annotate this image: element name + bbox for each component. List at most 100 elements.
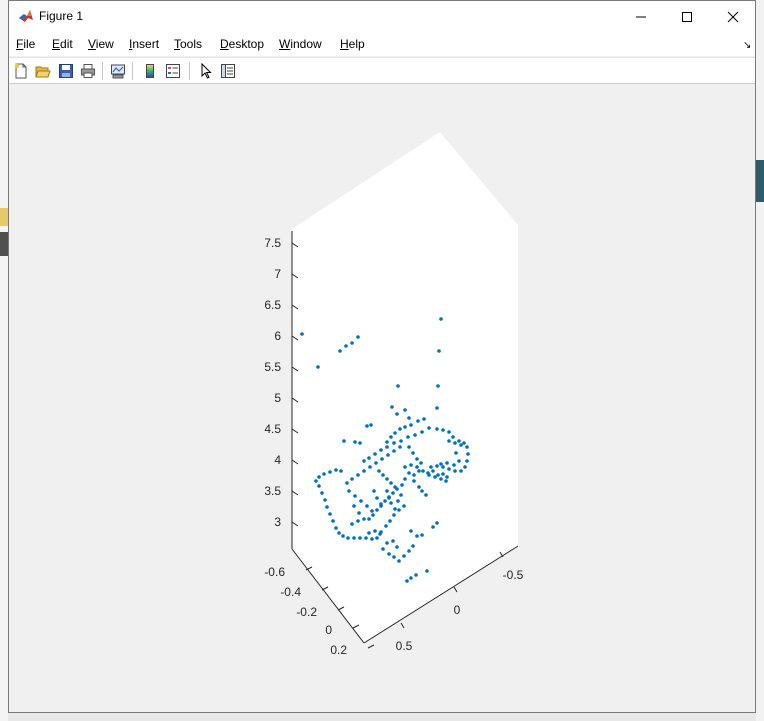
background-app-folder-strip — [0, 208, 8, 226]
data-point — [393, 507, 397, 511]
data-point — [465, 445, 469, 449]
background-app-edge-left — [0, 0, 8, 721]
data-point — [444, 479, 448, 483]
data-point — [385, 445, 389, 449]
toolbar-separator — [102, 62, 103, 80]
link-plot-button[interactable] — [108, 61, 128, 81]
data-point — [386, 453, 390, 457]
data-point — [462, 441, 466, 445]
data-point — [413, 433, 417, 437]
menu-desktop[interactable]: Desktop — [220, 37, 264, 51]
data-point — [379, 448, 383, 452]
minimize-icon — [636, 16, 646, 17]
data-point — [387, 552, 391, 556]
data-point — [325, 505, 329, 509]
data-point — [457, 439, 461, 443]
data-point — [415, 534, 419, 538]
save-icon — [59, 64, 73, 78]
data-point — [352, 504, 356, 508]
menu-help[interactable]: Help — [340, 37, 365, 51]
legend-button[interactable] — [163, 61, 183, 81]
print-icon — [81, 64, 95, 78]
data-point — [331, 519, 335, 523]
data-point — [414, 573, 418, 577]
data-point — [369, 423, 373, 427]
data-point — [419, 461, 423, 465]
title-bar[interactable]: Figure 1 — [9, 1, 755, 32]
data-point — [356, 335, 360, 339]
menu-tools[interactable]: Tools — [174, 37, 202, 51]
data-point — [389, 501, 393, 505]
menu-view[interactable]: View — [88, 37, 114, 51]
data-point — [457, 459, 461, 463]
print-button[interactable] — [78, 61, 98, 81]
menu-edit[interactable]: Edit — [52, 37, 73, 51]
data-point — [393, 431, 397, 435]
data-point — [392, 441, 396, 445]
maximize-button[interactable] — [664, 1, 710, 32]
data-point — [431, 469, 435, 473]
data-point — [435, 521, 439, 525]
data-point — [397, 559, 401, 563]
data-point — [436, 384, 440, 388]
data-point — [384, 524, 388, 528]
data-point — [445, 461, 449, 465]
data-point — [316, 365, 320, 369]
legend-icon — [166, 64, 180, 78]
open-file-button[interactable] — [33, 61, 53, 81]
figure-toolbar — [9, 57, 755, 84]
minimize-button[interactable] — [618, 1, 664, 32]
data-point — [411, 544, 415, 548]
data-point — [409, 463, 413, 467]
property-inspector-button[interactable] — [218, 61, 238, 81]
z-tick-label: 3.5 — [264, 484, 281, 498]
menu-window[interactable]: Window — [279, 37, 322, 51]
data-point — [364, 536, 368, 540]
data-point — [373, 529, 377, 533]
data-point — [392, 555, 396, 559]
data-point — [347, 489, 351, 493]
y-tick-mark — [400, 622, 405, 629]
data-point — [367, 517, 371, 521]
data-point — [373, 452, 377, 456]
window-title: Figure 1 — [39, 9, 84, 23]
background-app-edge-right — [756, 0, 764, 721]
pointer-button[interactable] — [196, 61, 216, 81]
x-tick-label: -0.2 — [296, 605, 317, 619]
menu-file[interactable]: File — [16, 37, 35, 51]
data-point — [447, 439, 451, 443]
data-point — [417, 469, 421, 473]
colorbar-button[interactable] — [140, 61, 160, 81]
data-point — [417, 485, 421, 489]
menu-insert[interactable]: Insert — [129, 37, 159, 51]
y-tick-label: 0.5 — [396, 639, 413, 653]
data-point — [362, 517, 366, 521]
save-button[interactable] — [56, 61, 76, 81]
data-point — [387, 495, 391, 499]
data-point — [425, 569, 429, 573]
data-point — [402, 504, 406, 508]
data-point — [328, 470, 332, 474]
data-point — [357, 511, 361, 515]
data-point — [421, 469, 425, 473]
z-tick-label: 4.5 — [264, 422, 281, 436]
scatter3-plot[interactable]: 3 3.5 4 4.5 5 5.5 6 6.5 7 7.5 -0.6 -0.4 -0.2 0 0.2 -0.5… — [9, 84, 755, 712]
data-point — [403, 477, 407, 481]
data-point — [389, 481, 393, 485]
data-point — [403, 408, 407, 412]
dock-figure-icon[interactable]: ↘ — [743, 40, 751, 51]
data-point — [385, 489, 389, 493]
data-point — [435, 406, 439, 410]
data-point — [407, 549, 411, 553]
x-tick-label: -0.6 — [264, 565, 285, 579]
data-point — [358, 536, 362, 540]
figure-canvas[interactable]: 3 3.5 4 4.5 5 5.5 6 6.5 7 7.5 -0.6 -0.4 -0.2 0 0.2 -0.5… — [9, 84, 755, 712]
data-point — [352, 536, 356, 540]
data-point — [407, 445, 411, 449]
data-point — [398, 427, 402, 431]
data-point — [447, 467, 451, 471]
data-point — [365, 424, 369, 428]
new-figure-button[interactable] — [11, 61, 31, 81]
toolbar-separator — [189, 62, 190, 80]
close-button[interactable] — [710, 1, 756, 32]
